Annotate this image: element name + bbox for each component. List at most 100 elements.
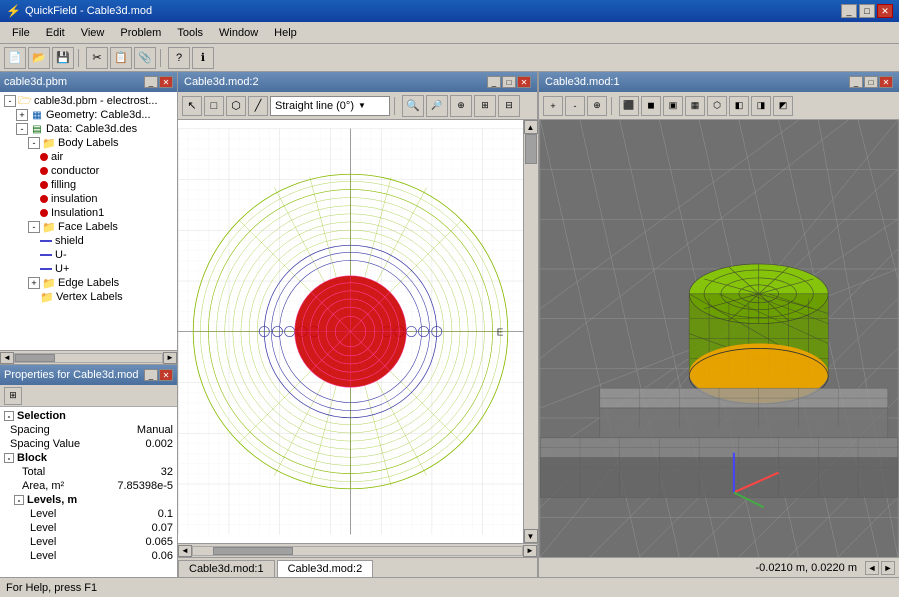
tree-body-labels[interactable]: - 📁 Body Labels (2, 136, 175, 150)
info-button[interactable]: ℹ (192, 47, 214, 69)
tree-item-filling[interactable]: filling (2, 178, 175, 192)
menu-view[interactable]: View (73, 25, 113, 41)
3d-fit[interactable]: ⊕ (587, 96, 607, 116)
3d-cube4[interactable]: ▦ (685, 96, 705, 116)
tree-toggle-data[interactable]: - (16, 123, 28, 135)
3d-close-button[interactable]: ✕ (879, 76, 893, 88)
tree-hscrollbar[interactable]: ◄ ► (0, 350, 177, 364)
mesh-fit[interactable]: ⊕ (450, 95, 472, 117)
mesh-close-button[interactable]: ✕ (517, 76, 531, 88)
props-level3-row: Level 0.065 (2, 535, 175, 549)
tree-face-labels[interactable]: - 📁 Face Labels (2, 220, 175, 234)
mesh-tb-vertex[interactable]: ⬡ (226, 96, 246, 116)
tree-toggle-face[interactable]: - (28, 221, 40, 233)
tree-scroll-track[interactable] (14, 353, 163, 363)
new-button[interactable]: 📄 (4, 47, 26, 69)
close-button[interactable]: ✕ (877, 4, 893, 18)
tree-item-u-plus[interactable]: U+ (2, 262, 175, 276)
minimize-button[interactable]: _ (841, 4, 857, 18)
mesh-toolbar-dropdown[interactable]: Straight line (0°) ▼ (270, 96, 390, 116)
tree-vertex-labels[interactable]: 📁 Vertex Labels (2, 290, 175, 304)
tree-item-u-minus[interactable]: U- (2, 248, 175, 262)
tree-toggle-body[interactable]: - (28, 137, 40, 149)
props-tb-btn1[interactable]: ⊞ (4, 387, 22, 405)
mesh-hscroll-right[interactable]: ► (523, 545, 537, 557)
open-button[interactable]: 📂 (28, 47, 50, 69)
block-expand-button[interactable]: - (4, 453, 14, 463)
mesh-dropdown-value: Straight line (0°) (275, 100, 354, 112)
3d-cube3[interactable]: ▣ (663, 96, 683, 116)
menu-file[interactable]: File (4, 25, 38, 41)
3d-cube5[interactable]: ⬡ (707, 96, 727, 116)
tree-geometry[interactable]: + ▦ Geometry: Cable3d... (2, 108, 175, 122)
cut-button[interactable]: ✂ (86, 47, 108, 69)
maximize-button[interactable]: □ (859, 4, 875, 18)
nav-right-button[interactable]: ► (881, 561, 895, 575)
tree-root[interactable]: - 🗁 cable3d.pbm - electrost... (2, 94, 175, 108)
tree-toggle-root[interactable]: - (4, 95, 16, 107)
menu-edit[interactable]: Edit (38, 25, 73, 41)
mesh-scroll-down[interactable]: ▼ (524, 529, 538, 543)
3d-cube2[interactable]: ◼ (641, 96, 661, 116)
tree-scroll-left[interactable]: ◄ (0, 352, 14, 364)
tree-body-labels-label: Body Labels (58, 137, 119, 149)
3d-cube7[interactable]: ◨ (751, 96, 771, 116)
tree-data[interactable]: - ▤ Data: Cable3d.des (2, 122, 175, 136)
mesh-scroll-up[interactable]: ▲ (524, 120, 538, 134)
mesh-zoom-out[interactable]: 🔎 (426, 95, 448, 117)
mesh-minimize-button[interactable]: _ (487, 76, 501, 88)
question-button[interactable]: ? (168, 47, 190, 69)
mesh-grid[interactable]: ⊞ (474, 95, 496, 117)
3d-minimize-button[interactable]: _ (849, 76, 863, 88)
tree-minimize-button[interactable]: _ (144, 76, 158, 88)
3d-cube6[interactable]: ◧ (729, 96, 749, 116)
paste-button[interactable]: 📎 (134, 47, 156, 69)
props-close-button[interactable]: ✕ (159, 369, 173, 381)
mesh-tb-select[interactable]: ↖ (182, 96, 202, 116)
menu-help[interactable]: Help (266, 25, 305, 41)
3d-zoom-out[interactable]: - (565, 96, 585, 116)
tree-item-shield[interactable]: shield (2, 234, 175, 248)
mesh-tb-line[interactable]: ╱ (248, 96, 268, 116)
menu-window[interactable]: Window (211, 25, 266, 41)
mesh-hscroll-track[interactable] (192, 546, 523, 556)
tree-item-conductor[interactable]: conductor (2, 164, 175, 178)
spacing-value: Manual (137, 424, 173, 436)
mesh-tb-draw[interactable]: □ (204, 96, 224, 116)
tree-item-insulation1[interactable]: Insulation1 (2, 206, 175, 220)
mesh-canvas[interactable]: E (178, 120, 523, 543)
mesh-scroll-track[interactable] (524, 134, 538, 529)
tree-close-button[interactable]: ✕ (159, 76, 173, 88)
tree-item-insulation[interactable]: insulation (2, 192, 175, 206)
copy-button[interactable]: 📋 (110, 47, 132, 69)
save-button[interactable]: 💾 (52, 47, 74, 69)
3d-zoom-in[interactable]: + (543, 96, 563, 116)
props-panel-controls: _ ✕ (144, 369, 173, 381)
tree-scroll-right[interactable]: ► (163, 352, 177, 364)
area-label: Area, m² (22, 480, 117, 492)
tab-mod1[interactable]: Cable3d.mod:1 (178, 560, 275, 577)
tree-toggle-edge[interactable]: + (28, 277, 40, 289)
tree-item-air[interactable]: air (2, 150, 175, 164)
folder-icon: 🗁 (18, 95, 32, 107)
tree-toggle-geometry[interactable]: + (16, 109, 28, 121)
nav-left-button[interactable]: ◄ (865, 561, 879, 575)
3d-maximize-button[interactable]: □ (864, 76, 878, 88)
3d-cube1[interactable]: ⬛ (619, 96, 639, 116)
levels-expand-button[interactable]: - (14, 495, 24, 505)
3d-canvas[interactable] (539, 120, 899, 557)
mesh-hscrollbar[interactable]: ◄ ► (178, 543, 537, 557)
selection-expand-button[interactable]: - (4, 411, 14, 421)
mesh-maximize-button[interactable]: □ (502, 76, 516, 88)
3d-cube8[interactable]: ◩ (773, 96, 793, 116)
mesh-snap[interactable]: ⊟ (498, 95, 520, 117)
props-minimize-button[interactable]: _ (144, 369, 158, 381)
tree-edge-labels[interactable]: + 📁 Edge Labels (2, 276, 175, 290)
mesh-zoom-in[interactable]: 🔍 (402, 95, 424, 117)
menu-problem[interactable]: Problem (112, 25, 169, 41)
mesh-hscroll-left[interactable]: ◄ (178, 545, 192, 557)
menu-tools[interactable]: Tools (169, 25, 211, 41)
sep4 (611, 97, 615, 115)
tab-mod2[interactable]: Cable3d.mod:2 (277, 560, 374, 577)
mesh-vscrollbar[interactable]: ▲ ▼ (523, 120, 537, 543)
